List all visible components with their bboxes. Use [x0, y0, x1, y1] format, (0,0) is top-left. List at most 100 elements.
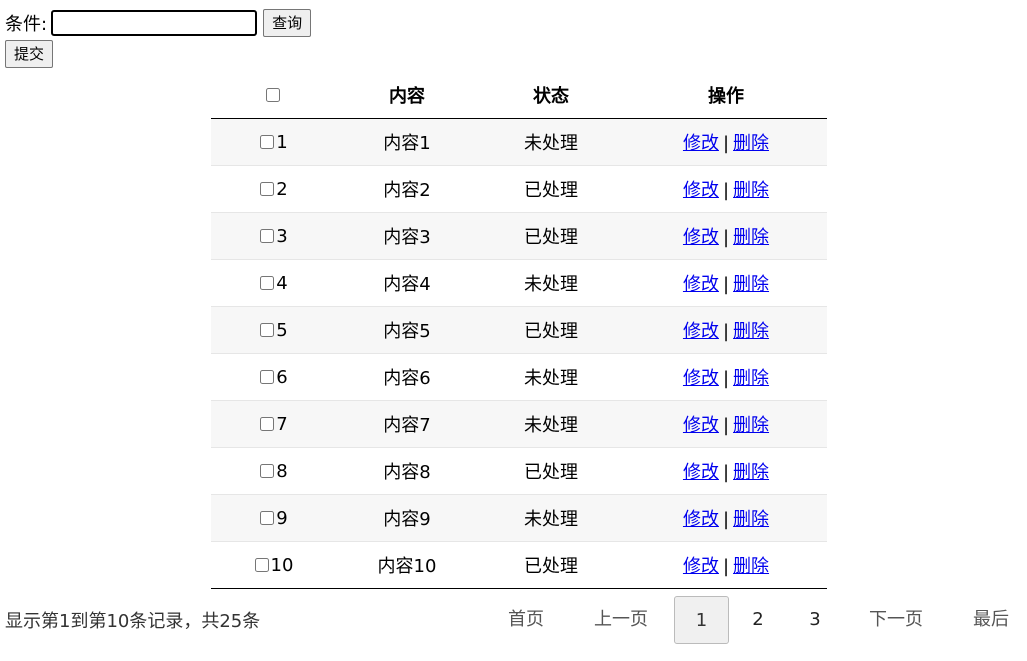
action-separator: | — [722, 227, 730, 248]
delete-link[interactable]: 删除 — [733, 556, 769, 577]
row-checkbox[interactable] — [260, 275, 275, 290]
row-actions: 修改 | 删除 — [625, 118, 827, 166]
header-select-all — [211, 72, 337, 119]
row-content: 内容6 — [337, 353, 477, 401]
row-select-cell: 7 — [211, 400, 337, 448]
table-row: 5 内容5 已处理 修改 | 删除 — [211, 306, 827, 354]
pagination: 首页 上一页 1 2 3 下一页 最后 — [0, 596, 1027, 644]
action-separator: | — [722, 133, 730, 154]
edit-link[interactable]: 修改 — [683, 415, 719, 436]
row-select-cell: 9 — [211, 494, 337, 542]
row-id: 10 — [270, 554, 294, 576]
row-actions: 修改 | 删除 — [625, 259, 827, 307]
header-action: 操作 — [625, 72, 827, 119]
row-content: 内容1 — [337, 118, 477, 166]
row-content: 内容2 — [337, 165, 477, 213]
row-id: 1 — [276, 131, 288, 153]
row-id: 3 — [276, 225, 288, 247]
search-input[interactable] — [51, 10, 258, 36]
action-separator: | — [722, 415, 730, 436]
row-checkbox[interactable] — [260, 181, 275, 196]
row-content: 内容10 — [337, 541, 477, 589]
row-select-cell: 10 — [211, 541, 337, 589]
row-content: 内容8 — [337, 447, 477, 495]
row-id: 4 — [276, 272, 288, 294]
row-content: 内容9 — [337, 494, 477, 542]
data-table: 内容 状态 操作 1 内容1 未处理 修改 | 删除 2 内容2 已处理 修改 | 删除 3 内容3 已处理… — [211, 72, 827, 589]
row-status: 未处理 — [477, 400, 625, 448]
edit-link[interactable]: 修改 — [683, 462, 719, 483]
row-actions: 修改 | 删除 — [625, 447, 827, 495]
first-page-button[interactable]: 首页 — [497, 596, 555, 644]
row-status: 已处理 — [477, 541, 625, 589]
row-checkbox[interactable] — [260, 322, 275, 337]
action-separator: | — [722, 368, 730, 389]
submit-row: 提交 — [5, 40, 54, 68]
row-status: 未处理 — [477, 259, 625, 307]
row-id: 2 — [276, 178, 288, 200]
row-checkbox[interactable] — [260, 463, 275, 478]
delete-link[interactable]: 删除 — [733, 321, 769, 342]
row-checkbox[interactable] — [260, 510, 275, 525]
page-button-1[interactable]: 1 — [674, 596, 729, 644]
submit-button[interactable]: 提交 — [5, 40, 54, 68]
row-id: 9 — [276, 507, 288, 529]
delete-link[interactable]: 删除 — [733, 415, 769, 436]
row-content: 内容7 — [337, 400, 477, 448]
table-body: 1 内容1 未处理 修改 | 删除 2 内容2 已处理 修改 | 删除 3 内容3 已处理 修改 | 删除 4 内容4… — [211, 118, 827, 589]
query-button[interactable]: 查询 — [263, 9, 312, 37]
page-button-2[interactable]: 2 — [740, 596, 776, 644]
last-page-button[interactable]: 最后 — [962, 596, 1020, 644]
search-bar: 条件: 查询 — [5, 8, 312, 38]
row-checkbox[interactable] — [254, 557, 269, 572]
action-separator: | — [722, 180, 730, 201]
row-checkbox[interactable] — [260, 228, 275, 243]
row-status: 已处理 — [477, 212, 625, 260]
header-status: 状态 — [477, 72, 625, 119]
table-row: 6 内容6 未处理 修改 | 删除 — [211, 353, 827, 401]
row-status: 已处理 — [477, 306, 625, 354]
search-label: 条件: — [5, 14, 48, 35]
action-separator: | — [722, 321, 730, 342]
delete-link[interactable]: 删除 — [733, 274, 769, 295]
row-actions: 修改 | 删除 — [625, 165, 827, 213]
row-select-cell: 1 — [211, 118, 337, 166]
row-checkbox[interactable] — [260, 416, 275, 431]
delete-link[interactable]: 删除 — [733, 133, 769, 154]
delete-link[interactable]: 删除 — [733, 180, 769, 201]
row-select-cell: 6 — [211, 353, 337, 401]
select-all-checkbox[interactable] — [266, 87, 280, 102]
edit-link[interactable]: 修改 — [683, 227, 719, 248]
row-select-cell: 3 — [211, 212, 337, 260]
delete-link[interactable]: 删除 — [733, 227, 769, 248]
edit-link[interactable]: 修改 — [683, 368, 719, 389]
delete-link[interactable]: 删除 — [733, 462, 769, 483]
next-page-button[interactable]: 下一页 — [857, 596, 935, 644]
row-checkbox[interactable] — [260, 369, 275, 384]
edit-link[interactable]: 修改 — [683, 556, 719, 577]
row-id: 5 — [276, 319, 288, 341]
table-header-row: 内容 状态 操作 — [211, 72, 827, 119]
row-id: 8 — [276, 460, 288, 482]
delete-link[interactable]: 删除 — [733, 509, 769, 530]
page-button-3[interactable]: 3 — [797, 596, 833, 644]
edit-link[interactable]: 修改 — [683, 274, 719, 295]
edit-link[interactable]: 修改 — [683, 321, 719, 342]
row-actions: 修改 | 删除 — [625, 400, 827, 448]
row-checkbox[interactable] — [260, 134, 275, 149]
delete-link[interactable]: 删除 — [733, 368, 769, 389]
row-actions: 修改 | 删除 — [625, 212, 827, 260]
table-row: 1 内容1 未处理 修改 | 删除 — [211, 118, 827, 166]
table-row: 9 内容9 未处理 修改 | 删除 — [211, 494, 827, 542]
edit-link[interactable]: 修改 — [683, 133, 719, 154]
row-actions: 修改 | 删除 — [625, 306, 827, 354]
row-status: 已处理 — [477, 165, 625, 213]
edit-link[interactable]: 修改 — [683, 180, 719, 201]
row-status: 未处理 — [477, 118, 625, 166]
prev-page-button[interactable]: 上一页 — [583, 596, 659, 644]
table-row: 10 内容10 已处理 修改 | 删除 — [211, 541, 827, 589]
row-actions: 修改 | 删除 — [625, 353, 827, 401]
row-select-cell: 5 — [211, 306, 337, 354]
edit-link[interactable]: 修改 — [683, 509, 719, 530]
row-actions: 修改 | 删除 — [625, 494, 827, 542]
